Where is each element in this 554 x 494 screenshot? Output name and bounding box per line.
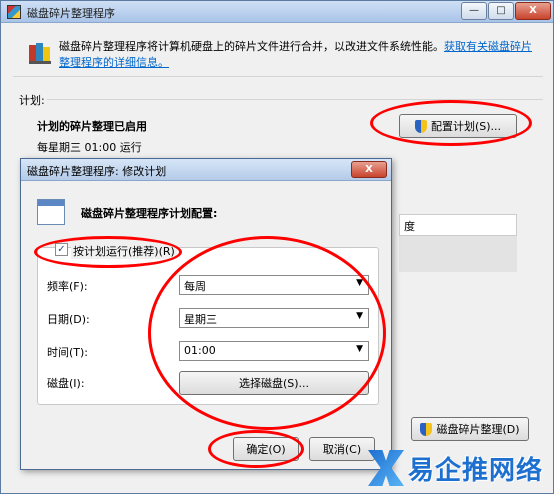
defrag-app-icon — [7, 5, 21, 19]
day-label: 日期(D): — [47, 313, 90, 326]
defrag-program-icon — [29, 43, 51, 64]
minimize-button[interactable]: — — [461, 2, 487, 20]
schedule-label: 计划: — [19, 94, 45, 107]
watermark-logo-icon — [368, 450, 404, 486]
defragment-disk-button[interactable]: 磁盘碎片整理(D) — [411, 417, 529, 441]
dialog-title: 磁盘碎片整理程序: 修改计划 — [27, 165, 167, 178]
watermark-text: 易企推网络 — [408, 456, 544, 486]
annotation-circle-ok — [208, 430, 304, 468]
calendar-clock-icon — [37, 199, 65, 225]
defragment-disk-label: 磁盘碎片整理(D) — [436, 423, 520, 436]
schedule-detail: 每星期三 01:00 运行 — [37, 141, 142, 154]
intro-text: 磁盘碎片整理程序将计算机硬盘上的碎片文件进行合并，以改进文件系统性能。获取有关磁… — [59, 39, 539, 71]
divider-top — [13, 76, 543, 77]
main-titlebar[interactable]: 磁盘碎片整理程序 — □ X — [1, 1, 553, 23]
disk-list-header: 度 — [399, 214, 517, 236]
dialog-close-button[interactable]: X — [351, 161, 387, 178]
time-label: 时间(T): — [47, 346, 89, 359]
main-window-title: 磁盘碎片整理程序 — [27, 7, 115, 20]
annotation-circle-configure — [370, 100, 532, 146]
annotation-circle-checkbox — [34, 236, 182, 268]
dialog-heading: 磁盘碎片整理程序计划配置: — [81, 207, 218, 220]
frequency-label: 频率(F): — [47, 280, 88, 293]
maximize-button[interactable]: □ — [488, 2, 514, 20]
intro-description: 磁盘碎片整理程序将计算机硬盘上的碎片文件进行合并，以改进文件系统性能。 — [59, 40, 444, 53]
annotation-circle-fields — [148, 236, 386, 430]
schedule-status: 计划的碎片整理已启用 — [37, 120, 147, 133]
uac-shield-icon — [420, 422, 433, 436]
close-button[interactable]: X — [515, 2, 551, 20]
dialog-titlebar[interactable]: 磁盘碎片整理程序: 修改计划 X — [21, 159, 391, 181]
watermark: 易企推网络 — [368, 446, 550, 490]
disk-label: 磁盘(I): — [47, 377, 85, 390]
cancel-button[interactable]: 取消(C) — [309, 437, 375, 461]
disk-list-row[interactable] — [399, 236, 517, 272]
